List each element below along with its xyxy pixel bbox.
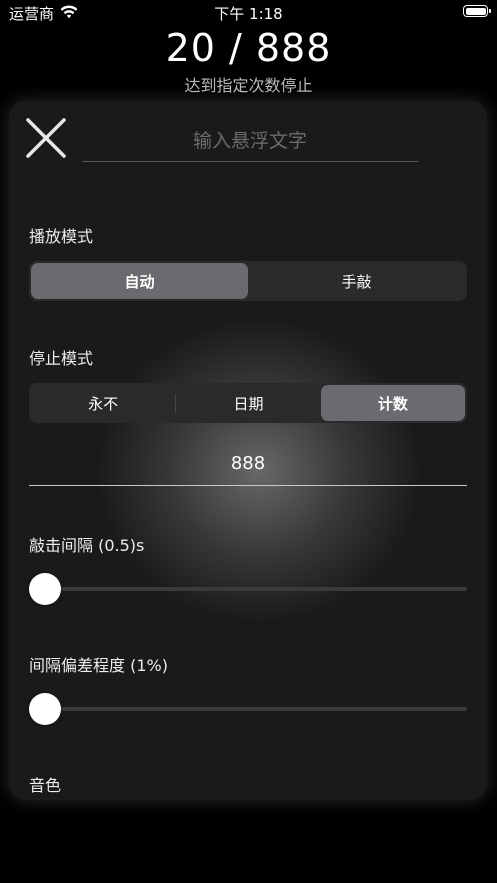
float-text-input[interactable] [82,121,418,162]
tap-counter: 20 / 888 [165,26,332,70]
play-mode-auto[interactable]: 自动 [31,263,248,299]
play-mode-manual[interactable]: 手敲 [248,263,465,299]
slider-track [29,707,467,711]
tap-interval-slider[interactable] [29,572,467,606]
stop-mode-count[interactable]: 计数 [320,385,465,421]
slider-thumb[interactable] [29,573,61,605]
stop-mode-never[interactable]: 永不 [31,385,175,421]
stop-count-input[interactable]: 888 [29,445,467,486]
close-button[interactable] [25,117,67,159]
play-mode-segmented-control: 自动 手敲 [29,261,467,301]
slider-thumb[interactable] [29,693,61,725]
stop-condition-text: 达到指定次数停止 [184,76,313,95]
settings-panel: 播放模式 自动 手敲 停止模式 永不 日期 计数 888 敲击间隔 (0.5)s… [9,101,487,800]
slider-track [29,587,467,591]
tap-interval-label: 敲击间隔 (0.5)s [29,536,145,555]
tone-label: 音色 [29,776,62,795]
stop-mode-label: 停止模式 [29,349,94,368]
interval-deviation-label: 间隔偏差程度 (1%) [29,656,168,675]
stop-mode-date[interactable]: 日期 [176,385,320,421]
status-time: 下午 1:18 [214,5,283,23]
stop-mode-segmented-control: 永不 日期 计数 [29,383,467,423]
interval-deviation-slider[interactable] [29,692,467,726]
close-icon [26,118,66,158]
battery-icon [463,5,491,17]
battery-level [465,7,486,15]
play-mode-label: 播放模式 [29,227,94,246]
status-bar: 运营商 下午 1:18 [0,0,497,26]
